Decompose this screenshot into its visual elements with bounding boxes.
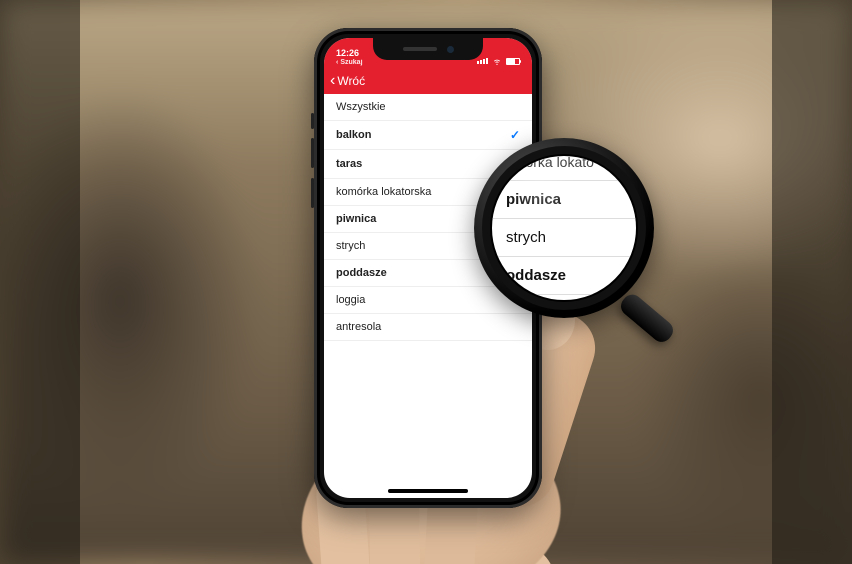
chevron-left-icon: ‹ [336, 59, 338, 66]
magnifier: omórka lokato piwnicastrychoddasze [474, 138, 654, 318]
magnifier-row-partial: omórka lokato [492, 154, 636, 181]
option-label: komórka lokatorska [336, 186, 431, 198]
option-row[interactable]: balkon ✓ [324, 121, 532, 150]
volume-up [311, 138, 314, 168]
option-label: taras [336, 158, 362, 170]
magnifier-row: strych [492, 219, 636, 257]
option-label: piwnica [336, 213, 376, 225]
battery-icon [506, 58, 520, 65]
check-icon: ✓ [510, 128, 520, 142]
option-label: loggia [336, 294, 365, 306]
magnifier-row: piwnica [492, 181, 636, 219]
option-label: strych [336, 240, 365, 252]
magnifier-glass: omórka lokato piwnicastrychoddasze [490, 154, 638, 302]
option-label: antresola [336, 321, 381, 333]
status-time: 12:26 [336, 49, 363, 58]
back-chevron-icon[interactable]: ‹ [330, 73, 335, 89]
scene: 12:26 ‹Szukaj ‹ Wróć Wszystkie balkon ✓ tar… [0, 0, 852, 564]
wifi-icon [492, 56, 502, 66]
volume-down [311, 178, 314, 208]
home-indicator[interactable] [388, 489, 468, 493]
option-row[interactable]: Wszystkie [324, 94, 532, 121]
notch [373, 38, 483, 60]
magnifier-row: oddasze [492, 257, 636, 295]
vignette-right [772, 0, 852, 564]
option-label: Wszystkie [336, 101, 386, 113]
option-label: balkon [336, 129, 371, 141]
nav-bar: ‹ Wróć [324, 68, 532, 94]
back-button[interactable]: Wróć [337, 74, 365, 88]
option-label: poddasze [336, 267, 387, 279]
vignette-left [0, 0, 80, 564]
breadcrumb-back[interactable]: ‹Szukaj [336, 59, 363, 66]
signal-icon [477, 58, 488, 64]
option-row[interactable]: antresola [324, 314, 532, 341]
mute-switch [311, 113, 314, 129]
